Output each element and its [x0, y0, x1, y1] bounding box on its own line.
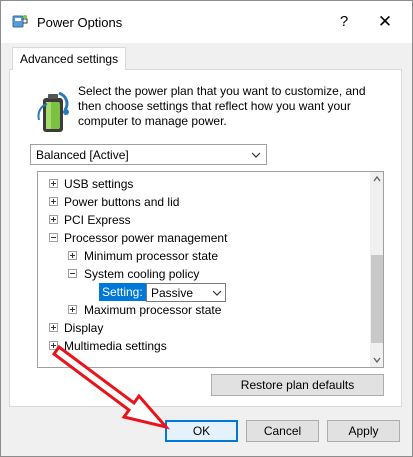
power-plan-dropdown[interactable]: Balanced [Active]: [30, 144, 267, 165]
tree-item-label: Multimedia settings: [64, 339, 167, 353]
chevron-down-icon: [212, 290, 222, 296]
ok-button[interactable]: OK: [165, 420, 238, 442]
plan-description: Select the power plan that you want to c…: [78, 84, 366, 128]
advanced-settings-panel: Select the power plan that you want to c…: [9, 69, 402, 407]
expand-icon[interactable]: [68, 305, 77, 314]
power-settings-tree[interactable]: USB settings Power buttons and lid PCI E…: [37, 171, 384, 368]
cooling-policy-value: Passive: [151, 286, 194, 300]
expand-icon[interactable]: [68, 251, 77, 260]
expand-icon[interactable]: [49, 197, 58, 206]
collapse-icon[interactable]: [49, 233, 58, 242]
tree-item-system-cooling-policy[interactable]: System cooling policy: [38, 265, 368, 283]
power-options-window: Power Options ? ✕ Advanced settings Sele…: [0, 0, 413, 457]
tree-item-maximum-processor-state[interactable]: Maximum processor state: [38, 301, 368, 319]
tree-item-processor-power-management[interactable]: Processor power management: [38, 229, 368, 247]
cooling-policy-dropdown[interactable]: Passive: [146, 283, 226, 302]
expand-icon[interactable]: [49, 215, 58, 224]
tree-item-minimum-processor-state[interactable]: Minimum processor state: [38, 247, 368, 265]
tree-item-usb-settings[interactable]: USB settings: [38, 175, 368, 193]
vertical-scrollbar[interactable]: [370, 172, 384, 367]
tree-item-label: Maximum processor state: [84, 303, 222, 317]
apply-button[interactable]: Apply: [327, 420, 400, 442]
restore-plan-defaults-button[interactable]: Restore plan defaults: [211, 374, 384, 396]
tree-item-label: Display: [64, 321, 104, 335]
power-plan-value: Balanced [Active]: [36, 148, 129, 162]
tree-item-multimedia-settings[interactable]: Multimedia settings: [38, 337, 368, 355]
scroll-up-icon[interactable]: [370, 172, 384, 186]
tree-item-label: PCI Express: [64, 213, 131, 227]
tab-advanced-settings[interactable]: Advanced settings: [12, 47, 127, 70]
collapse-icon[interactable]: [68, 269, 77, 278]
close-button[interactable]: ✕: [368, 9, 402, 35]
tree-item-label: Minimum processor state: [84, 249, 219, 263]
scroll-down-icon[interactable]: [370, 353, 384, 367]
tree-item-label: Power buttons and lid: [64, 195, 180, 209]
scrollbar-thumb[interactable]: [371, 255, 383, 343]
battery-icon: [37, 91, 69, 132]
expand-icon[interactable]: [49, 179, 58, 188]
help-button[interactable]: ?: [329, 9, 359, 35]
tree-item-label: Processor power management: [64, 231, 228, 245]
tree-item-pci-express[interactable]: PCI Express: [38, 211, 368, 229]
tree-item-label: System cooling policy: [84, 267, 200, 281]
expand-icon[interactable]: [49, 341, 58, 350]
window-title: Power Options: [37, 15, 123, 30]
title-bar: Power Options ? ✕: [1, 1, 412, 43]
tree-item-display[interactable]: Display: [38, 319, 368, 337]
expand-icon[interactable]: [49, 323, 58, 332]
tree-item-label: USB settings: [64, 177, 134, 191]
power-options-icon: [12, 15, 28, 28]
cancel-button[interactable]: Cancel: [246, 420, 319, 442]
tree-item-power-buttons-and-lid[interactable]: Power buttons and lid: [38, 193, 368, 211]
dialog-client-area: Advanced settings Select the power plan …: [1, 43, 412, 456]
setting-label: Setting:: [99, 283, 146, 301]
chevron-down-icon: [251, 152, 261, 158]
